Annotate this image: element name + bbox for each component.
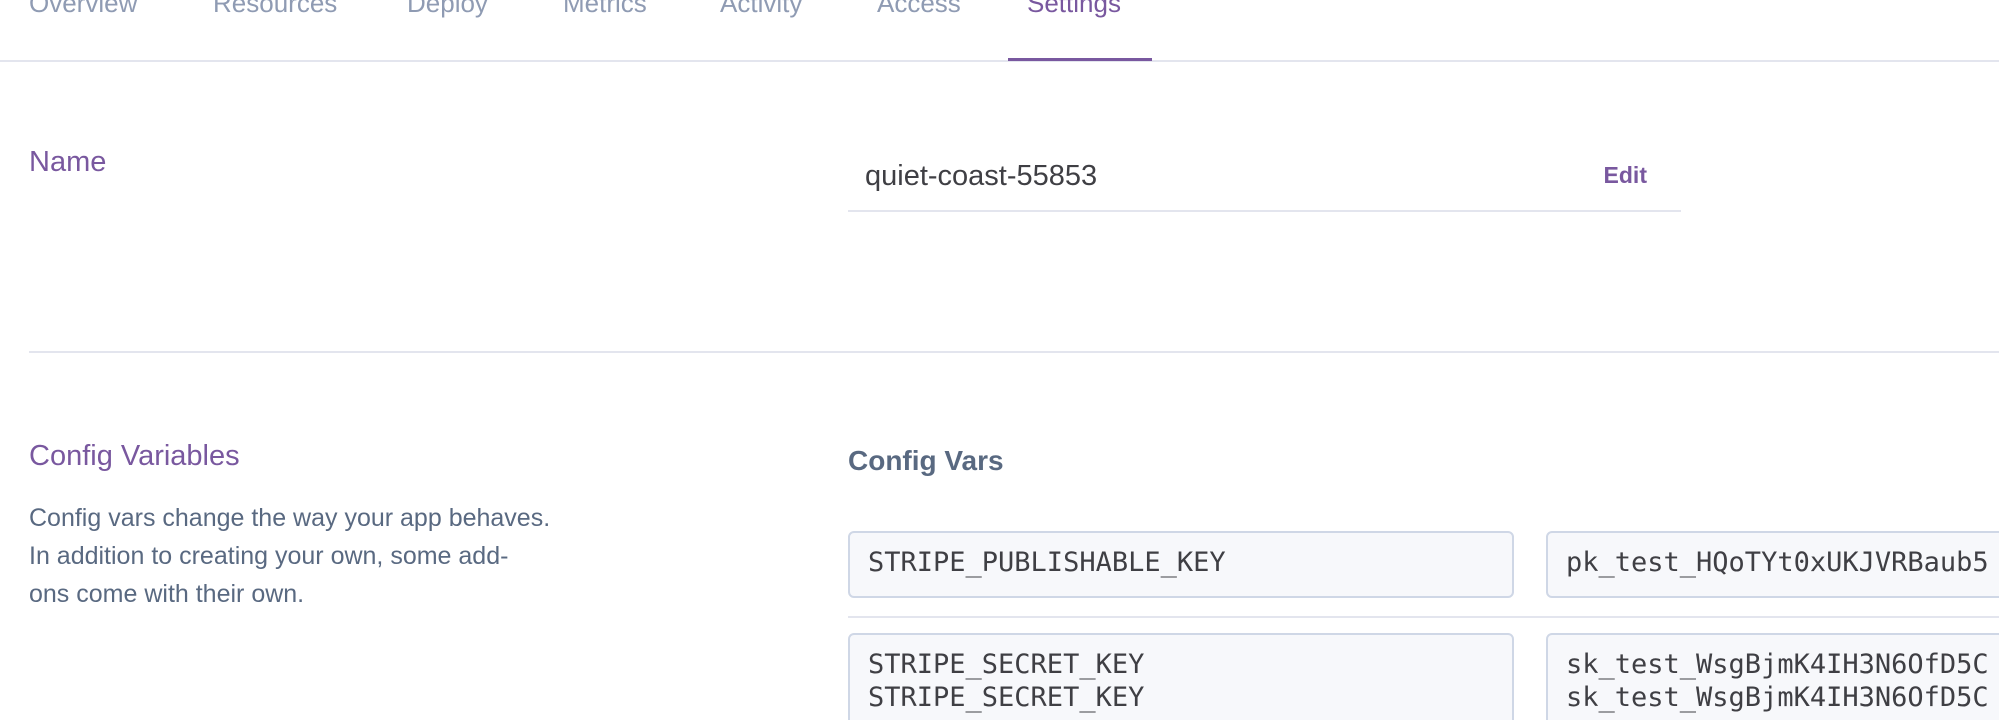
description-line: Config vars change the way your app beha… [29, 504, 551, 532]
description-line: In addition to creating your own, some a… [29, 542, 509, 570]
config-section-title: Config Variables [29, 440, 240, 472]
config-row-divider [848, 616, 1999, 618]
tab-label: Deploy [407, 0, 488, 18]
edit-name-button[interactable]: Edit [1604, 162, 1647, 189]
tab-label: Settings [1027, 0, 1121, 18]
config-var-key-input[interactable]: STRIPE_SECRET_KEY STRIPE_SECRET_KEY [848, 633, 1514, 720]
config-var-key-input[interactable]: STRIPE_PUBLISHABLE_KEY [848, 531, 1514, 598]
tab-label: Access [877, 0, 961, 18]
config-var-value-input[interactable]: sk_test_WsgBjmK4IH3N6OfD5C sk_test_WsgBj… [1546, 633, 1999, 720]
tab-label: Activity [720, 0, 803, 18]
name-section-title: Name [29, 146, 107, 178]
section-divider [29, 351, 1999, 353]
settings-page: Overview Resources Deploy Metrics Activi… [0, 0, 1999, 720]
description-line: ons come with their own. [29, 580, 305, 608]
config-var-value-input[interactable]: pk_test_HQoTYt0xUKJVRBaub5 [1546, 531, 1999, 598]
tab-label: Resources [213, 0, 338, 18]
config-vars-heading: Config Vars [848, 445, 1004, 476]
tab-label: Metrics [563, 0, 647, 18]
active-tab-indicator [1008, 58, 1152, 61]
app-name-value: quiet-coast-55853 [865, 160, 1098, 192]
config-section-description: Config vars change the way your app beha… [29, 499, 609, 613]
tab-label: Overview [29, 0, 138, 18]
tab-bar: Overview Resources Deploy Metrics Activi… [0, 0, 1999, 62]
app-name-field: quiet-coast-55853 Edit [848, 150, 1681, 212]
